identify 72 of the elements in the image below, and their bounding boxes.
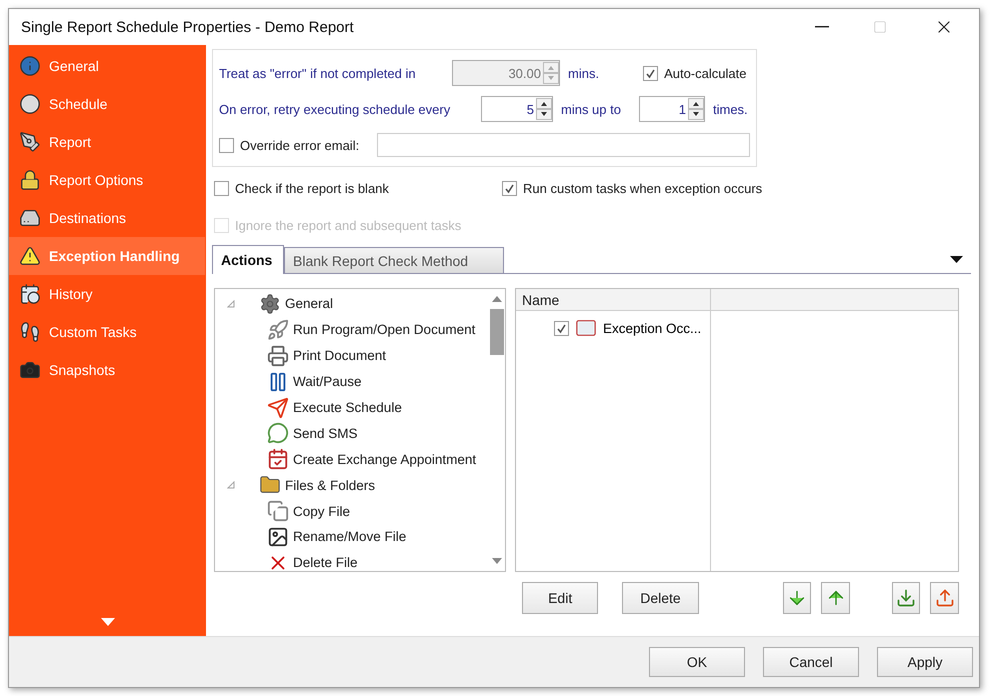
tab[interactable]: Blank Report Check Method xyxy=(284,247,504,273)
calendar-icon xyxy=(19,283,41,305)
spinner-icon[interactable] xyxy=(536,98,552,120)
export-button[interactable] xyxy=(930,582,959,614)
arrow-icon xyxy=(267,396,289,418)
calendar-icon xyxy=(267,448,289,470)
move-up-button[interactable] xyxy=(821,582,850,614)
checkbox[interactable] xyxy=(214,181,229,196)
drive-icon xyxy=(19,207,41,229)
tree-item[interactable]: Send SMS xyxy=(293,426,358,441)
spinner-icon[interactable] xyxy=(688,98,704,120)
clock-icon xyxy=(19,93,41,115)
footprints-icon xyxy=(19,321,41,343)
dialog-button[interactable]: OK xyxy=(649,647,745,677)
task-name[interactable]: Exception Occ... xyxy=(603,320,702,336)
tree-item[interactable]: Create Exchange Appointment xyxy=(293,452,476,467)
tree-item[interactable]: Run Program/Open Document xyxy=(293,322,476,338)
camera-icon xyxy=(19,359,41,381)
action-button[interactable]: Edit xyxy=(522,582,598,614)
tree-item[interactable]: Rename/Move File xyxy=(293,529,406,544)
dialog-button[interactable]: Apply xyxy=(877,647,973,677)
tree-item[interactable]: Execute Schedule xyxy=(293,400,402,415)
checkbox-label: Run custom tasks when exception occurs xyxy=(523,181,762,196)
tree-group[interactable]: General xyxy=(285,296,334,312)
info-icon xyxy=(19,55,41,77)
scroll-down-icon[interactable] xyxy=(490,557,502,565)
checkbox-label: Ignore the report and subsequent tasks xyxy=(235,218,462,233)
number-field[interactable]: 1 xyxy=(639,96,705,122)
move-down-button[interactable] xyxy=(782,582,812,614)
document-icon xyxy=(267,500,289,522)
checkbox-label: Override error email: xyxy=(240,138,360,152)
checkbox[interactable] xyxy=(554,320,569,336)
import-button[interactable] xyxy=(892,582,920,614)
chat-icon xyxy=(267,422,289,444)
tab[interactable]: Actions xyxy=(212,245,284,274)
tree-group[interactable]: Files & Folders xyxy=(285,478,376,493)
checkbox-label: Auto-calculate xyxy=(664,66,746,80)
picture-frame-icon xyxy=(267,526,289,548)
warning-icon xyxy=(19,245,41,267)
checkbox-label: Check if the report is blank xyxy=(235,181,389,196)
tree-item[interactable]: Delete File xyxy=(293,555,358,570)
maximize-icon xyxy=(873,20,887,34)
checkbox[interactable] xyxy=(643,66,658,80)
pen-icon xyxy=(19,131,41,153)
printer-icon xyxy=(267,344,289,367)
expander-icon[interactable] xyxy=(227,300,235,308)
window-title: Single Report Schedule Properties - Demo Report xyxy=(21,18,355,36)
number-field[interactable]: 5 xyxy=(481,96,553,122)
timeout-label: Treat as "error" if not completed in xyxy=(219,66,417,80)
dropdown-icon[interactable] xyxy=(950,256,963,263)
unit-label: mins. xyxy=(568,66,600,80)
minimize-icon xyxy=(815,26,829,28)
unit-label: mins up to xyxy=(561,102,622,116)
tree-item[interactable]: Copy File xyxy=(293,504,350,519)
lock-icon xyxy=(19,169,41,191)
scroll-down-icon[interactable] xyxy=(101,618,115,626)
gear-icon xyxy=(259,292,281,315)
checkbox[interactable] xyxy=(502,181,517,196)
unit-label: times. xyxy=(713,102,748,116)
checkbox[interactable] xyxy=(219,138,234,152)
retry-label: On error, retry executing schedule every xyxy=(219,102,452,116)
tray-upload-icon xyxy=(934,588,955,608)
tree-item[interactable]: Print Document xyxy=(293,348,386,364)
tray-download-icon xyxy=(896,588,916,608)
column-header[interactable]: Name xyxy=(516,289,711,311)
scroll-up-icon[interactable] xyxy=(490,295,502,303)
expander-icon[interactable] xyxy=(227,481,235,490)
scroll-thumb[interactable] xyxy=(490,309,504,355)
dialog-button[interactable]: Cancel xyxy=(763,647,859,677)
tree-item[interactable]: Wait/Pause xyxy=(293,374,362,390)
action-button[interactable]: Delete xyxy=(622,582,699,614)
rocket-icon xyxy=(267,318,289,341)
